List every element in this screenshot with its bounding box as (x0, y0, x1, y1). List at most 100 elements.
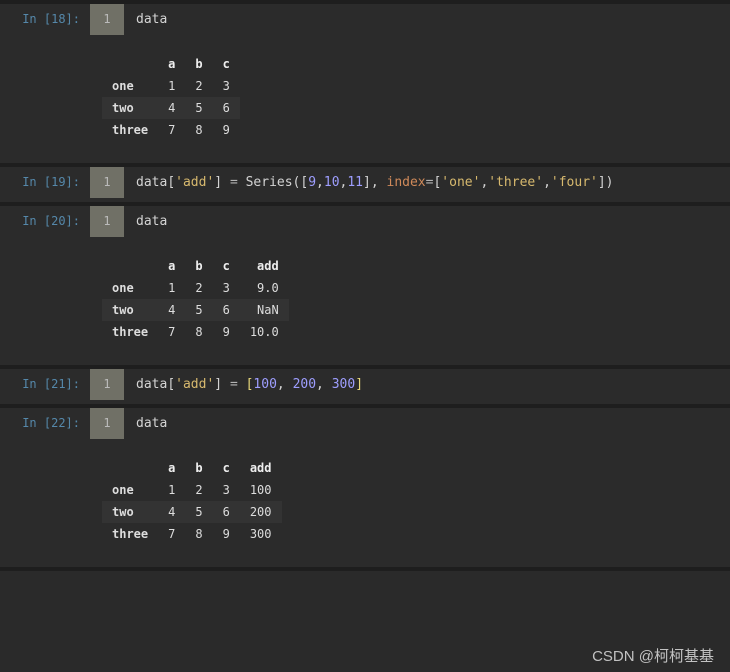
dataframe-cell: 8 (185, 119, 212, 141)
code-token: = (230, 175, 246, 190)
input-prompt: In [20]: (0, 206, 90, 228)
output-content: abcaddone123100two456200three789300 (90, 443, 730, 563)
dataframe-header: c (213, 53, 240, 75)
row-index: three (102, 119, 158, 141)
code-block[interactable]: 1data['add'] = Series([9,10,11], index=[… (90, 167, 730, 198)
input-prompt: In [22]: (0, 408, 90, 430)
row-index: three (102, 321, 158, 343)
table-row: two456200 (102, 501, 282, 523)
code-token: data (136, 377, 167, 392)
code-line[interactable]: data['add'] = Series([9,10,11], index=['… (124, 167, 626, 198)
dataframe-cell: 8 (185, 523, 212, 545)
code-block[interactable]: 1data (90, 408, 730, 439)
table-row: two456NaN (102, 299, 289, 321)
output-prompt (0, 39, 90, 47)
code-token: 'add' (175, 377, 214, 392)
dataframe-header: a (158, 255, 185, 277)
code-token: 200 (293, 377, 316, 392)
output-cell: abcone123two456three789 (0, 39, 730, 159)
dataframe-header (102, 53, 158, 75)
dataframe-header: b (185, 53, 212, 75)
dataframe-cell: 4 (158, 97, 185, 119)
dataframe-header (102, 255, 158, 277)
code-token: , (316, 175, 324, 190)
code-token: Series( (246, 175, 301, 190)
dataframe-header: add (240, 457, 282, 479)
dataframe-cell: 2 (185, 75, 212, 97)
row-index: one (102, 75, 158, 97)
code-token: 'four' (551, 175, 598, 190)
input-prompt: In [19]: (0, 167, 90, 189)
code-token: [ (167, 175, 175, 190)
cell-content: 1data['add'] = [100, 200, 300] (90, 369, 730, 400)
dataframe-cell: 5 (185, 501, 212, 523)
dataframe-cell: 5 (185, 299, 212, 321)
dataframe-cell: 4 (158, 501, 185, 523)
table-row: one1239.0 (102, 277, 289, 299)
table-row: three78910.0 (102, 321, 289, 343)
code-block[interactable]: 1data (90, 206, 730, 237)
code-gutter: 1 (90, 369, 124, 400)
input-prompt: In [21]: (0, 369, 90, 391)
dataframe-cell: 4 (158, 299, 185, 321)
code-token: ] (355, 377, 363, 392)
code-token: , (316, 377, 332, 392)
output-cell: abcaddone1239.0two456NaNthree78910.0 (0, 241, 730, 361)
dataframe-table: abcaddone1239.0two456NaNthree78910.0 (102, 255, 289, 343)
output-prompt (0, 443, 90, 451)
code-block[interactable]: 1data (90, 4, 730, 35)
cell-content: 1data (90, 206, 730, 237)
dataframe-cell: 7 (158, 523, 185, 545)
dataframe-header: b (185, 255, 212, 277)
table-row: two456 (102, 97, 240, 119)
code-token: data (136, 175, 167, 190)
dataframe-cell: 6 (213, 299, 240, 321)
table-row: one123 (102, 75, 240, 97)
dataframe-table: abcone123two456three789 (102, 53, 240, 141)
dataframe-cell: 9 (213, 523, 240, 545)
code-token: data (136, 12, 167, 27)
row-index: one (102, 277, 158, 299)
dataframe-cell: 100 (240, 479, 282, 501)
input-cell: In [21]:1data['add'] = [100, 200, 300] (0, 369, 730, 400)
code-block[interactable]: 1data['add'] = [100, 200, 300] (90, 369, 730, 400)
dataframe-cell: 7 (158, 321, 185, 343)
code-gutter: 1 (90, 206, 124, 237)
output-content: abcone123two456three789 (90, 39, 730, 159)
row-index: three (102, 523, 158, 545)
notebook-root: In [18]:1dataabcone123two456three789In [… (0, 0, 730, 571)
dataframe-cell: 6 (213, 501, 240, 523)
code-line[interactable]: data (124, 408, 179, 439)
dataframe-header: b (185, 457, 212, 479)
code-gutter: 1 (90, 408, 124, 439)
code-token: = (230, 377, 246, 392)
code-token: 'three' (488, 175, 543, 190)
dataframe-cell: 7 (158, 119, 185, 141)
input-cell: In [22]:1data (0, 408, 730, 439)
code-line[interactable]: data (124, 4, 179, 35)
dataframe-cell: NaN (240, 299, 289, 321)
dataframe-cell: 2 (185, 277, 212, 299)
code-token: 300 (332, 377, 355, 392)
code-line[interactable]: data (124, 206, 179, 237)
table-row: three789300 (102, 523, 282, 545)
dataframe-cell: 2 (185, 479, 212, 501)
code-token: , (543, 175, 551, 190)
code-line[interactable]: data['add'] = [100, 200, 300] (124, 369, 375, 400)
row-index: two (102, 501, 158, 523)
dataframe-cell: 6 (213, 97, 240, 119)
code-token: ] (214, 175, 230, 190)
dataframe-header: c (213, 457, 240, 479)
code-token: index (387, 175, 426, 190)
dataframe-table: abcaddone123100two456200three789300 (102, 457, 282, 545)
dataframe-cell: 9 (213, 119, 240, 141)
dataframe-header (102, 457, 158, 479)
dataframe-header: a (158, 457, 185, 479)
cell-content: 1data (90, 4, 730, 35)
code-token: ] (214, 377, 230, 392)
dataframe-cell: 9.0 (240, 277, 289, 299)
code-token: ], (363, 175, 386, 190)
code-token: [ (167, 377, 175, 392)
dataframe-cell: 9 (213, 321, 240, 343)
code-token: 'add' (175, 175, 214, 190)
